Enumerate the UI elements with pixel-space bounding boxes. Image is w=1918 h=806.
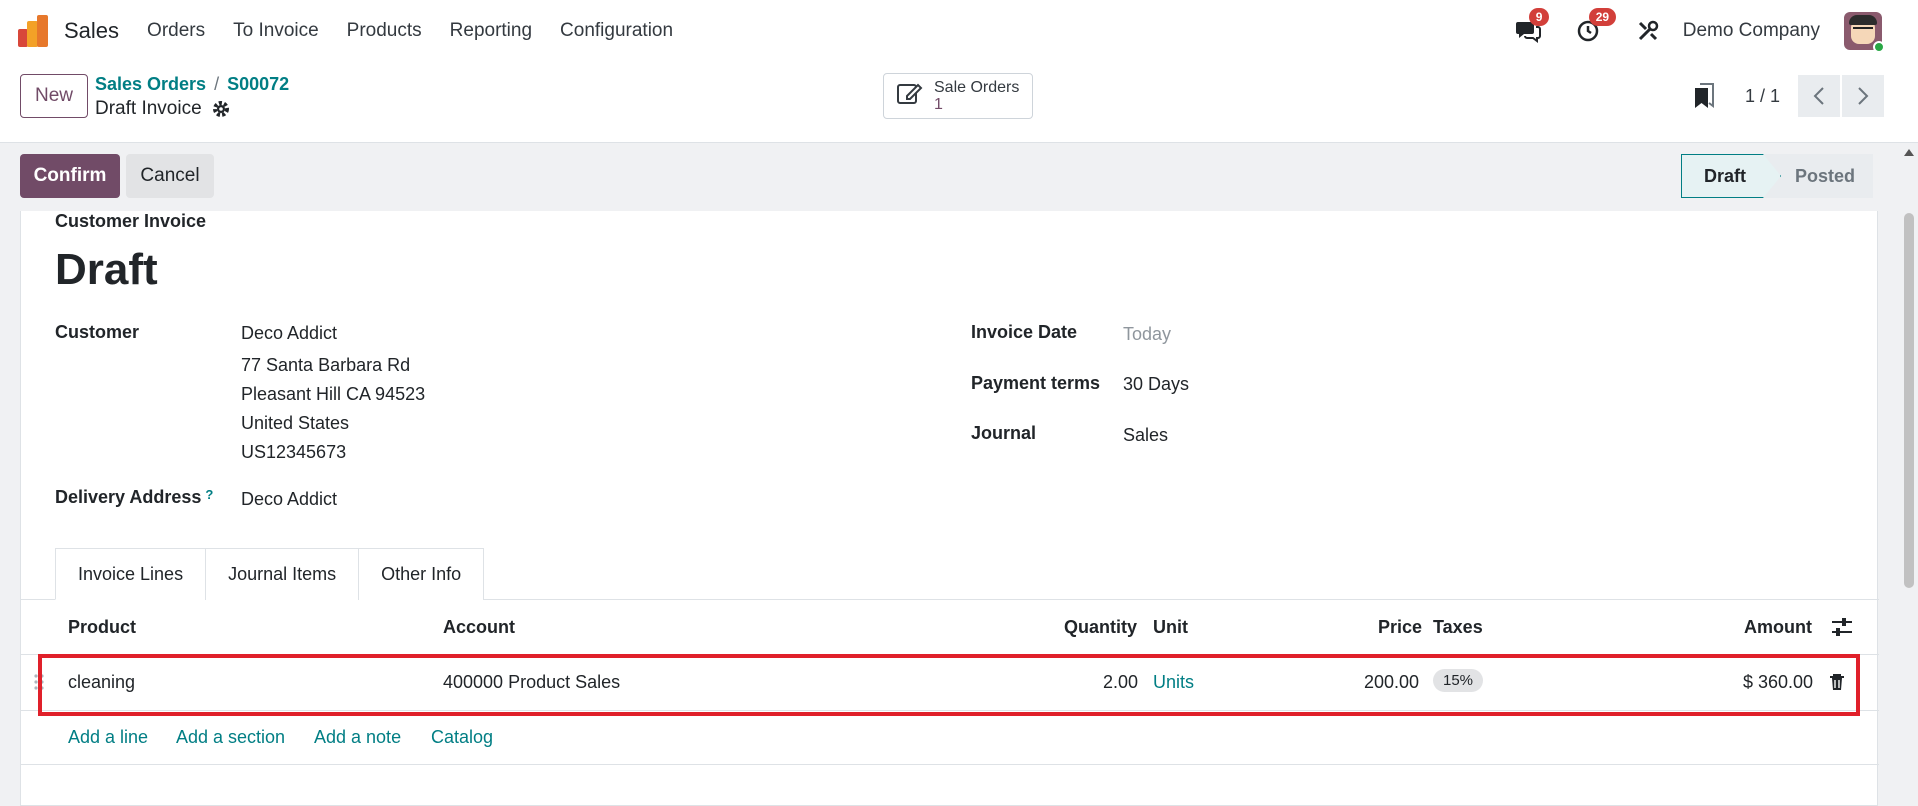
- column-price[interactable]: Price: [1378, 617, 1422, 638]
- pager-area: 1 / 1: [1693, 74, 1918, 118]
- customer-street: 77 Santa Barbara Rd: [241, 355, 411, 375]
- pager-next-button[interactable]: [1842, 75, 1884, 117]
- form-statusbar: Confirm Cancel Draft Posted: [0, 143, 1900, 211]
- top-navbar: Sales Orders To Invoice Products Reporti…: [0, 0, 1918, 62]
- cancel-button[interactable]: Cancel: [126, 154, 214, 198]
- customer-city: Pleasant Hill CA 94523: [241, 384, 426, 404]
- control-panel: New Sales Orders / S00072 Draft Invoice Sa…: [0, 62, 1918, 143]
- customer-country: United States: [241, 413, 350, 433]
- tools-icon[interactable]: [1633, 16, 1663, 46]
- delivery-address-label-text: Delivery Address: [55, 487, 202, 507]
- menu-reporting[interactable]: Reporting: [450, 20, 532, 42]
- column-quantity[interactable]: Quantity: [1064, 617, 1137, 638]
- catalog-link[interactable]: Catalog: [431, 727, 493, 748]
- journal-value[interactable]: Sales: [1123, 425, 1168, 446]
- stage-draft[interactable]: Draft: [1681, 154, 1781, 198]
- journal-label: Journal: [971, 423, 1037, 443]
- payment-terms-value[interactable]: 30 Days: [1123, 374, 1189, 395]
- notebook-tabs: Invoice Lines Journal Items Other Info: [55, 548, 485, 600]
- column-account[interactable]: Account: [443, 617, 515, 638]
- new-button[interactable]: New: [20, 74, 88, 118]
- delivery-address-value[interactable]: Deco Addict: [241, 489, 337, 510]
- status-stages: Draft Posted: [1681, 154, 1873, 198]
- document-type-label: Customer Invoice: [55, 211, 207, 231]
- delivery-address-label: Delivery Address?: [55, 487, 213, 508]
- customer-label: Customer: [55, 322, 140, 342]
- sales-app-icon[interactable]: [18, 15, 50, 47]
- payment-terms-label: Payment terms: [971, 373, 1101, 393]
- scroll-thumb[interactable]: [1904, 213, 1914, 588]
- user-avatar[interactable]: [1844, 12, 1885, 53]
- edit-icon: [896, 81, 924, 112]
- row-highlight-box: [38, 654, 1860, 716]
- footer-divider: [21, 764, 1879, 765]
- column-unit[interactable]: Unit: [1153, 617, 1188, 638]
- menu-orders[interactable]: Orders: [147, 20, 205, 42]
- menu-to-invoice[interactable]: To Invoice: [233, 20, 319, 42]
- navbar-systray: 9 29 Demo Company: [1513, 0, 1918, 62]
- pager-value[interactable]: 1 / 1: [1745, 86, 1780, 107]
- column-amount[interactable]: Amount: [1744, 617, 1812, 638]
- smart-button-label: Sale Orders: [934, 79, 1020, 96]
- record-title: Draft Invoice: [95, 98, 230, 120]
- column-settings-icon[interactable]: [1831, 617, 1853, 642]
- tab-invoice-lines[interactable]: Invoice Lines: [55, 548, 207, 600]
- messages-badge: 9: [1528, 8, 1550, 26]
- form-sheet: Customer Invoice Draft Customer Deco Add…: [20, 211, 1879, 806]
- activities-badge: 29: [1588, 8, 1617, 26]
- gear-icon[interactable]: [212, 100, 230, 118]
- column-product[interactable]: Product: [68, 617, 136, 638]
- tab-other-info[interactable]: Other Info: [358, 548, 485, 600]
- add-note-link[interactable]: Add a note: [314, 727, 401, 748]
- menu-configuration[interactable]: Configuration: [560, 20, 673, 42]
- breadcrumb-order[interactable]: S00072: [227, 74, 289, 94]
- breadcrumb: Sales Orders / S00072: [95, 74, 289, 95]
- menu-products[interactable]: Products: [347, 20, 422, 42]
- add-section-link[interactable]: Add a section: [176, 727, 285, 748]
- tab-journal-items[interactable]: Journal Items: [205, 548, 360, 600]
- add-line-link[interactable]: Add a line: [68, 727, 148, 748]
- pager-previous-button[interactable]: [1798, 75, 1840, 117]
- smart-button-count: 1: [934, 96, 943, 113]
- sale-orders-smart-button[interactable]: Sale Orders 1: [883, 73, 1033, 119]
- breadcrumb-separator: /: [214, 74, 220, 94]
- customer-name[interactable]: Deco Addict: [241, 323, 337, 344]
- invoice-date-label: Invoice Date: [971, 322, 1078, 342]
- invoice-date-input[interactable]: Today: [1123, 324, 1171, 345]
- company-switcher[interactable]: Demo Company: [1683, 20, 1820, 42]
- breadcrumb-sales-orders[interactable]: Sales Orders: [95, 74, 206, 94]
- record-title-text: Draft Invoice: [95, 98, 202, 119]
- online-status-dot: [1873, 41, 1885, 53]
- invoice-title: Draft: [55, 245, 158, 294]
- page-scrollbar[interactable]: [1900, 143, 1918, 806]
- help-icon[interactable]: ?: [205, 487, 213, 502]
- bookmark-icon[interactable]: [1693, 82, 1715, 110]
- customer-vat: US12345673: [241, 442, 347, 462]
- app-name[interactable]: Sales: [64, 18, 119, 44]
- messages-icon[interactable]: 9: [1513, 8, 1550, 46]
- column-taxes[interactable]: Taxes: [1433, 617, 1483, 638]
- scroll-up-arrow-icon[interactable]: [1904, 149, 1914, 156]
- confirm-button[interactable]: Confirm: [20, 154, 120, 198]
- activities-clock-icon[interactable]: 29: [1573, 8, 1617, 46]
